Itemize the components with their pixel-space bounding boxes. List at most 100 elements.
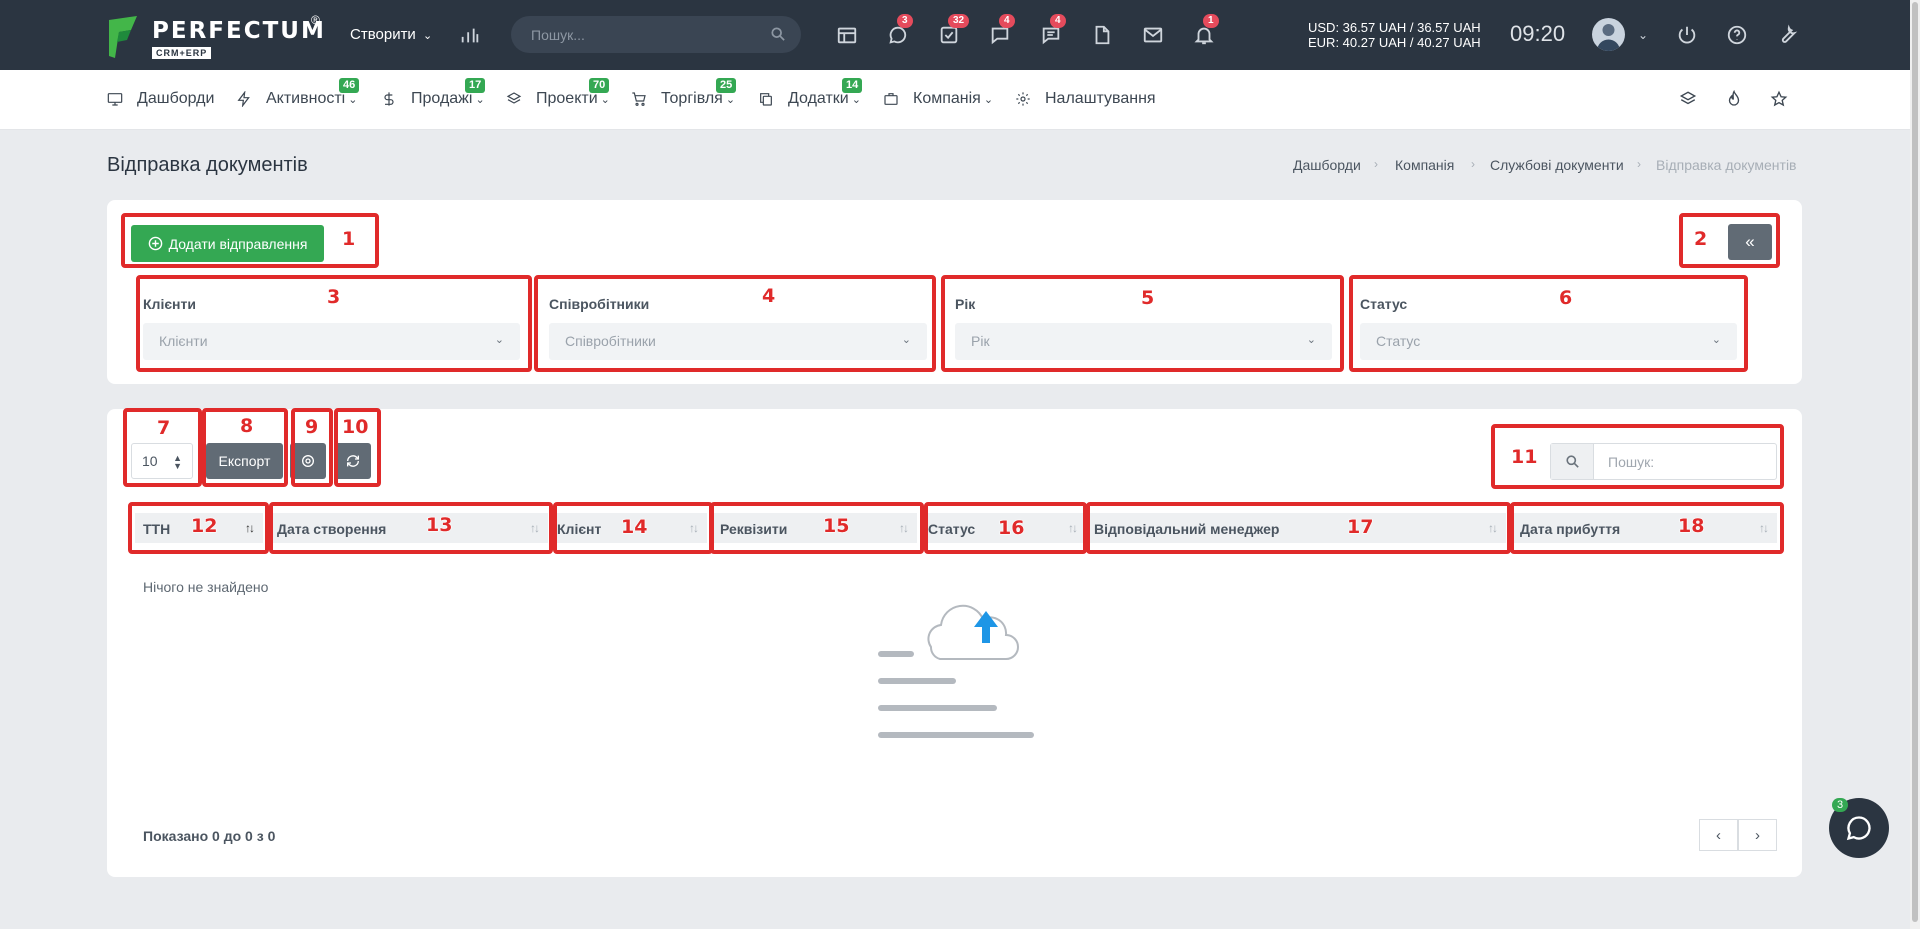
next-page-button[interactable]: ›: [1738, 819, 1777, 851]
chevron-right-icon: ›: [1755, 826, 1760, 844]
dollar-icon: [384, 92, 394, 106]
annotation-number: 9: [304, 416, 319, 439]
nav-item-company[interactable]: Компанія ⌄: [883, 90, 993, 108]
annotation-number: 5: [1140, 287, 1155, 310]
brand-sub: CRM+ERP: [152, 47, 212, 59]
layers-icon: [506, 92, 522, 104]
create-label: Створити: [350, 26, 416, 43]
notifications-badge: 1: [1203, 14, 1219, 28]
currency-usd: USD: 36.57 UAH / 36.57 UAH: [1308, 20, 1481, 35]
avatar[interactable]: [1592, 18, 1625, 51]
nav-item-projects[interactable]: Проекти ⌄ 70: [506, 78, 610, 108]
brand-name: PERFECTUM: [152, 18, 326, 44]
annotation-box: [1349, 275, 1748, 372]
power-icon[interactable]: [1674, 22, 1700, 48]
chat-badge: 3: [1832, 798, 1849, 812]
bolt-icon: [237, 91, 250, 107]
comments-badge: 4: [999, 14, 1015, 28]
nav-item-settings[interactable]: Налаштування: [1015, 90, 1156, 108]
annotation-number: 14: [620, 516, 648, 539]
annotation-number: 16: [997, 517, 1025, 540]
copy-icon: [760, 93, 772, 106]
breadcrumb-item[interactable]: Службові документи: [1490, 157, 1624, 173]
create-menu-button[interactable]: Створити ⌄: [350, 26, 432, 43]
annotation-number: 18: [1677, 515, 1705, 538]
flame-icon[interactable]: [1725, 89, 1745, 110]
logo[interactable]: PERFECTUM ® CRM+ERP: [107, 13, 327, 60]
nav-label: Продажі: [411, 90, 473, 107]
nav-label: Торгівля: [661, 90, 723, 107]
bell-icon[interactable]: 1: [1191, 14, 1219, 48]
annotation-box: [710, 502, 924, 554]
chevron-left-icon: ‹: [1716, 826, 1721, 844]
layers-icon[interactable]: [1679, 90, 1699, 110]
annotation-number: 2: [1693, 228, 1708, 251]
breadcrumb-item[interactable]: Дашборди: [1293, 157, 1361, 173]
page-title: Відправка документів: [107, 154, 308, 176]
prev-page-button[interactable]: ‹: [1699, 819, 1738, 851]
comments-icon[interactable]: 4: [987, 14, 1015, 48]
chat-bubble-icon: [1846, 816, 1871, 841]
breadcrumb-item[interactable]: Компанія: [1395, 157, 1454, 173]
chats-icon[interactable]: 3: [885, 14, 913, 48]
calendar-table-icon[interactable]: [834, 22, 860, 48]
help-icon[interactable]: [1724, 22, 1750, 48]
star-icon[interactable]: [1770, 90, 1790, 110]
nav-badge: 14: [842, 78, 863, 93]
annotation-number: 17: [1346, 516, 1374, 539]
annotation-box: [534, 275, 936, 372]
search-icon: [771, 27, 785, 41]
messages-badge: 4: [1050, 14, 1066, 28]
nav-item-activities[interactable]: Активності ⌄ 46: [236, 78, 360, 108]
empty-message: Нічого не знайдено: [143, 579, 269, 595]
empty-cloud-upload-icon: [878, 604, 1034, 738]
monitor-icon: [107, 93, 123, 106]
nav-label: Компанія: [913, 90, 981, 107]
document-icon[interactable]: [1089, 22, 1115, 48]
user-menu-chevron-icon[interactable]: ⌄: [1630, 22, 1656, 48]
chevron-down-icon: ⌄: [725, 93, 736, 106]
chevron-down-icon: ⌄: [348, 93, 358, 106]
nav-item-trade[interactable]: Торгівля ⌄ 25: [631, 78, 737, 108]
chevron-down-icon: ⌄: [983, 93, 994, 106]
breadcrumb-separator-icon: ›: [1471, 157, 1475, 171]
brand-reg: ®: [311, 13, 320, 27]
nav-label: Проекти: [536, 90, 598, 107]
nav-label: Налаштування: [1045, 90, 1156, 107]
chat-widget-button[interactable]: 3: [1829, 798, 1889, 858]
mail-icon[interactable]: [1140, 22, 1166, 48]
currency-rates: USD: 36.57 UAH / 36.57 UAH EUR: 40.27 UA…: [1308, 20, 1481, 50]
annotation-number: 11: [1510, 446, 1538, 469]
nav-badge: 70: [589, 78, 610, 93]
annotation-box: [121, 213, 379, 268]
chevron-down-icon: ⌄: [475, 93, 485, 106]
top-bar: PERFECTUM ® CRM+ERP Створити ⌄ Пошук... …: [0, 0, 1910, 70]
global-search-input[interactable]: Пошук...: [511, 16, 801, 53]
nav-label: Дашборди: [137, 90, 215, 107]
nav-label: Додатки: [788, 90, 849, 107]
chevron-down-icon: ⌄: [851, 93, 861, 106]
annotation-number: 10: [341, 416, 369, 439]
page-scrollbar[interactable]: [1910, 0, 1920, 929]
tasks-badge: 32: [948, 14, 970, 28]
chats-badge: 3: [897, 14, 913, 28]
annotation-number: 8: [239, 415, 254, 438]
wrench-icon[interactable]: [1774, 22, 1800, 48]
clock: 09:20: [1510, 21, 1566, 46]
breadcrumb-current: Відправка документів: [1656, 157, 1797, 173]
scrollbar-thumb[interactable]: [1912, 2, 1918, 922]
tasks-icon[interactable]: 32: [936, 14, 970, 48]
messages-icon[interactable]: 4: [1038, 14, 1066, 48]
cart-icon: [632, 92, 646, 106]
nav-item-sales[interactable]: Продажі ⌄ 17: [381, 78, 486, 108]
annotation-number: 15: [822, 515, 850, 538]
currency-eur: EUR: 40.27 UAH / 40.27 UAH: [1308, 35, 1481, 50]
stats-icon[interactable]: [457, 22, 483, 48]
nav-item-dashboards[interactable]: Дашборди: [107, 90, 214, 108]
nav-item-addons[interactable]: Додатки ⌄ 14: [758, 78, 863, 108]
chevron-down-icon: ⌄: [600, 93, 610, 106]
nav-badge: 46: [339, 78, 360, 93]
briefcase-icon: [884, 93, 898, 105]
chevron-down-icon: ⌄: [423, 30, 433, 42]
annotation-number: 7: [156, 417, 171, 440]
